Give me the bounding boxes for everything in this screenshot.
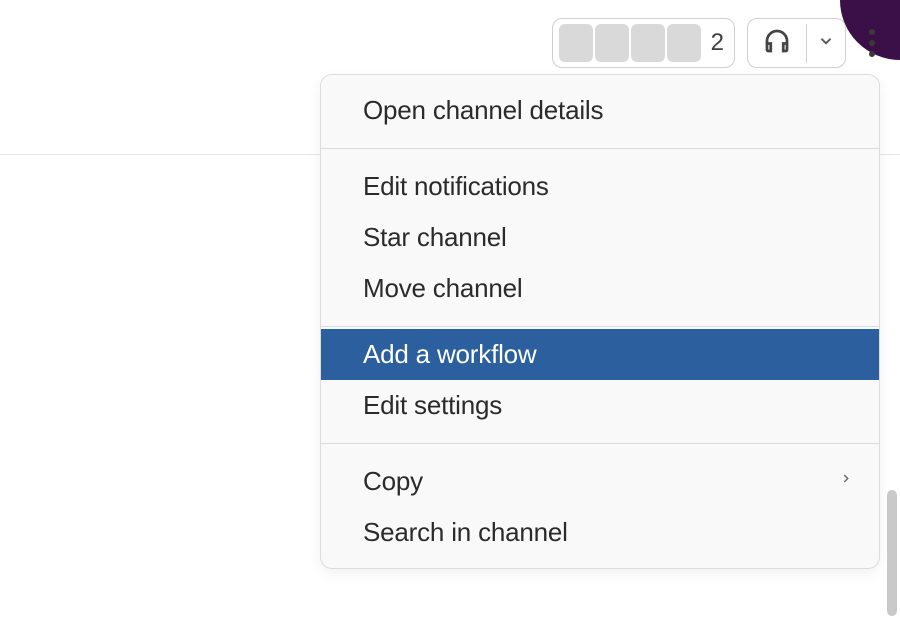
- avatar-placeholder: [631, 24, 665, 62]
- huddle-button[interactable]: [748, 18, 806, 68]
- kebab-dot: [869, 40, 875, 46]
- avatar-placeholder: [559, 24, 593, 62]
- channel-actions-menu: Open channel details Edit notifications …: [320, 74, 880, 569]
- kebab-dot: [869, 51, 875, 57]
- menu-divider: [321, 326, 879, 327]
- more-actions-button[interactable]: [858, 23, 886, 63]
- menu-item-edit-settings[interactable]: Edit settings: [321, 380, 879, 441]
- menu-item-label: Search in channel: [363, 517, 568, 547]
- avatar-placeholder: [595, 24, 629, 62]
- chevron-right-icon: [839, 461, 853, 492]
- member-avatars-pill[interactable]: 2: [552, 18, 735, 68]
- menu-item-move-channel[interactable]: Move channel: [321, 263, 879, 324]
- menu-item-edit-notifications[interactable]: Edit notifications: [321, 151, 879, 212]
- menu-item-label: Add a workflow: [363, 339, 537, 369]
- menu-item-label: Edit settings: [363, 390, 502, 420]
- menu-item-star-channel[interactable]: Star channel: [321, 212, 879, 263]
- menu-item-label: Star channel: [363, 222, 507, 252]
- menu-item-label: Copy: [363, 466, 423, 496]
- kebab-dot: [869, 29, 875, 35]
- member-count: 2: [711, 29, 724, 57]
- chevron-down-icon: [817, 32, 835, 55]
- headphones-icon: [762, 26, 792, 61]
- menu-item-label: Open channel details: [363, 95, 603, 125]
- avatar-placeholder: [667, 24, 701, 62]
- header-controls: 2: [552, 18, 886, 68]
- menu-item-search-in-channel[interactable]: Search in channel: [321, 507, 879, 568]
- menu-item-open-channel-details[interactable]: Open channel details: [321, 75, 879, 146]
- menu-item-label: Move channel: [363, 273, 522, 303]
- menu-item-label: Edit notifications: [363, 171, 549, 201]
- huddle-button-group: [747, 18, 846, 68]
- menu-divider: [321, 148, 879, 149]
- menu-divider: [321, 443, 879, 444]
- scrollbar-thumb[interactable]: [887, 490, 897, 616]
- huddle-options-button[interactable]: [806, 24, 845, 63]
- menu-item-add-workflow[interactable]: Add a workflow: [321, 329, 879, 380]
- menu-item-copy[interactable]: Copy: [321, 446, 879, 507]
